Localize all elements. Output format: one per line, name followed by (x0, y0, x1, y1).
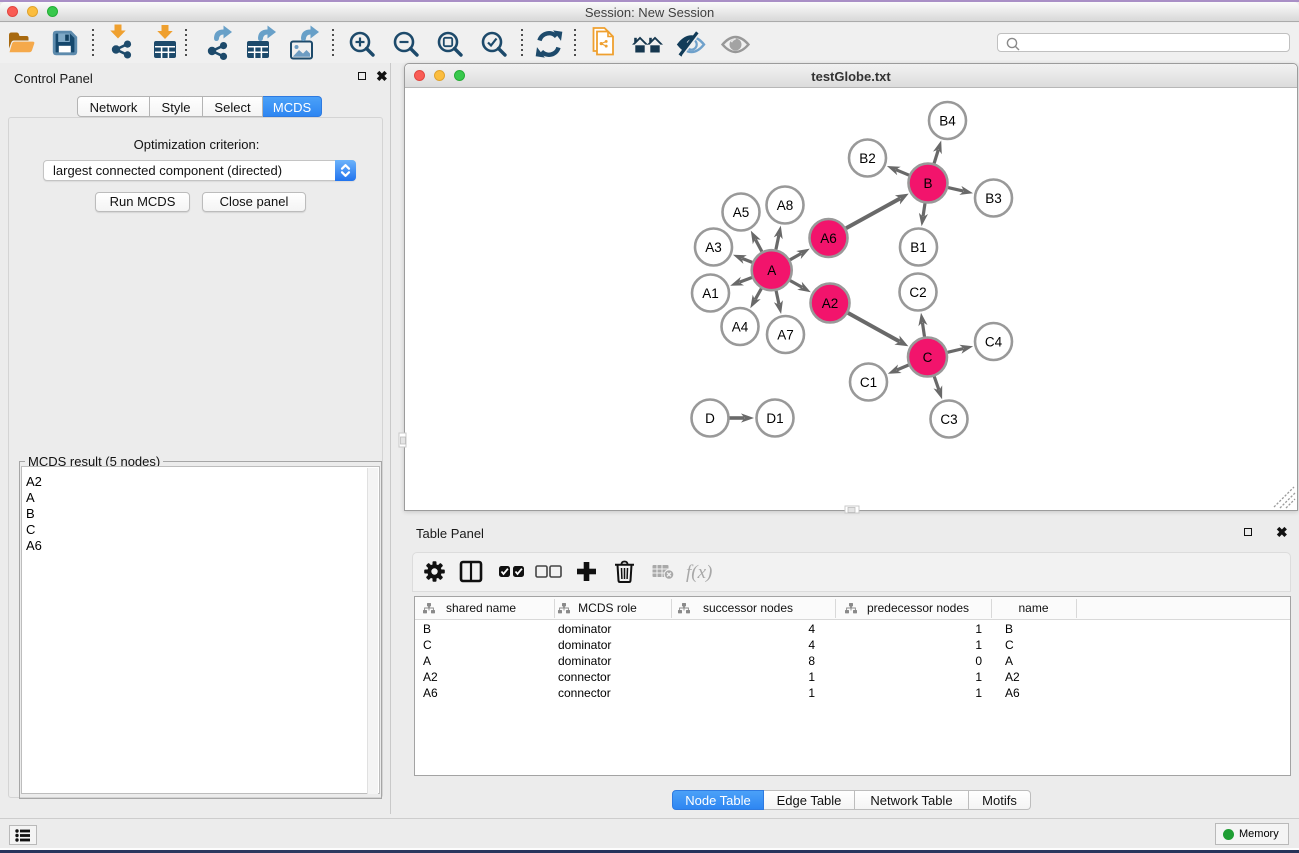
svg-text:B1: B1 (910, 240, 927, 255)
svg-text:B4: B4 (939, 113, 956, 128)
svg-text:A: A (767, 263, 776, 278)
svg-text:A8: A8 (777, 198, 794, 213)
svg-text:A2: A2 (822, 296, 839, 311)
svg-text:A4: A4 (732, 319, 749, 334)
svg-text:C: C (923, 350, 933, 365)
svg-text:B: B (923, 176, 932, 191)
svg-text:D: D (705, 411, 715, 426)
svg-text:C3: C3 (940, 412, 957, 427)
svg-text:A1: A1 (702, 286, 719, 301)
svg-text:B2: B2 (859, 151, 876, 166)
svg-text:A7: A7 (777, 327, 794, 342)
svg-text:A3: A3 (705, 240, 722, 255)
svg-text:C1: C1 (860, 375, 877, 390)
svg-text:C4: C4 (985, 334, 1003, 349)
svg-text:D1: D1 (766, 411, 783, 426)
svg-text:C2: C2 (909, 285, 926, 300)
svg-text:A5: A5 (733, 205, 750, 220)
svg-text:B3: B3 (985, 191, 1002, 206)
svg-text:f(x): f(x) (686, 562, 712, 583)
svg-text:A6: A6 (820, 231, 837, 246)
